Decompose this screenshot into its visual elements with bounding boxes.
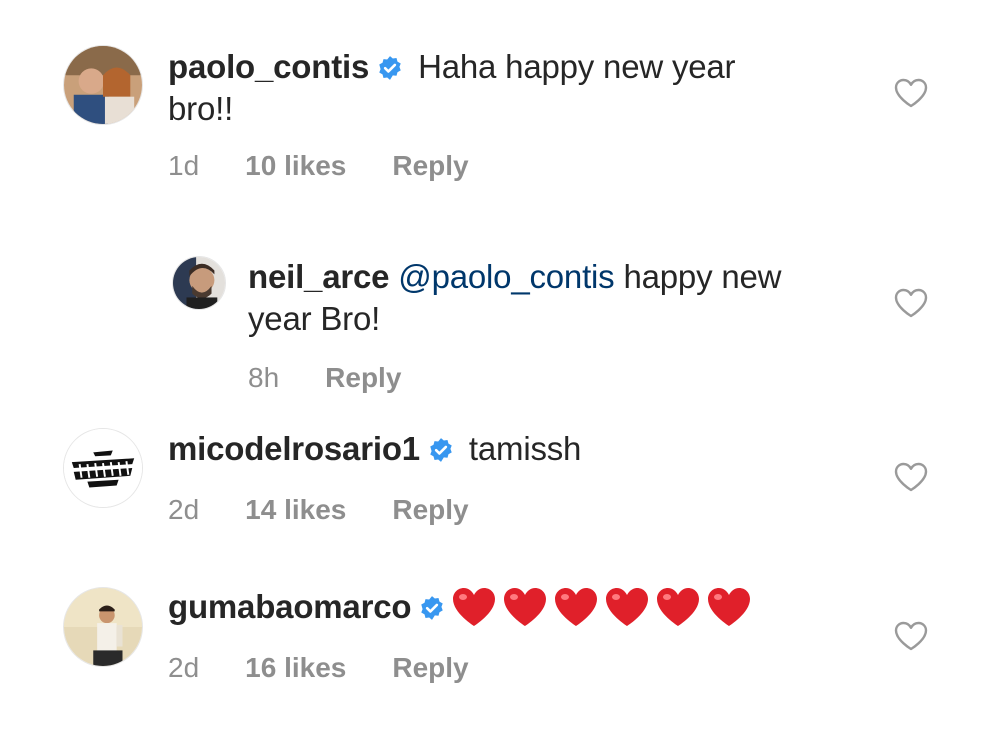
comment-body: gumabaomarco — [168, 586, 868, 628]
comment-body: neil_arce @paolo_contis happy new year B… — [248, 256, 848, 340]
heart-outline-icon[interactable] — [893, 77, 929, 109]
red-heart-icon — [655, 586, 701, 628]
heart-outline-icon[interactable] — [893, 620, 929, 652]
comment-username[interactable]: paolo_contis — [168, 48, 369, 85]
emoji-hearts — [451, 586, 757, 628]
mention-link[interactable]: @paolo_contis — [398, 258, 614, 295]
avatar[interactable] — [63, 45, 143, 125]
comment-username[interactable]: neil_arce — [248, 258, 390, 295]
comment-timestamp[interactable]: 2d — [168, 494, 199, 526]
reply-button[interactable]: Reply — [392, 150, 468, 182]
comment-meta: 2d 16 likes Reply — [168, 652, 469, 684]
avatar[interactable] — [172, 256, 226, 310]
comment-username[interactable]: gumabaomarco — [168, 588, 412, 625]
verified-badge-icon — [419, 595, 445, 621]
verified-badge-icon — [428, 437, 454, 463]
avatar[interactable] — [63, 428, 143, 508]
comment-meta: 2d 14 likes Reply — [168, 494, 469, 526]
verified-badge-icon — [377, 55, 403, 81]
reply-button[interactable]: Reply — [392, 652, 468, 684]
comment-text: tamissh — [459, 430, 582, 467]
likes-count[interactable]: 14 likes — [245, 494, 346, 526]
comment-timestamp[interactable]: 1d — [168, 150, 199, 182]
red-heart-icon — [451, 586, 497, 628]
comment-meta: 1d 10 likes Reply — [168, 150, 469, 182]
heart-outline-icon[interactable] — [893, 287, 929, 319]
likes-count[interactable]: 16 likes — [245, 652, 346, 684]
comment-meta: 8h Reply — [248, 362, 401, 394]
red-heart-icon — [706, 586, 752, 628]
comment-username[interactable]: micodelrosario1 — [168, 430, 420, 467]
comment-body: paolo_contis Haha happy new year bro!! — [168, 46, 808, 130]
comment-body: micodelrosario1 tamissh — [168, 428, 808, 470]
reply-button[interactable]: Reply — [392, 494, 468, 526]
reply-button[interactable]: Reply — [325, 362, 401, 394]
comment-timestamp[interactable]: 8h — [248, 362, 279, 394]
heart-outline-icon[interactable] — [893, 461, 929, 493]
red-heart-icon — [502, 586, 548, 628]
avatar[interactable] — [63, 587, 143, 667]
red-heart-icon — [553, 586, 599, 628]
likes-count[interactable]: 10 likes — [245, 150, 346, 182]
comment-timestamp[interactable]: 2d — [168, 652, 199, 684]
red-heart-icon — [604, 586, 650, 628]
